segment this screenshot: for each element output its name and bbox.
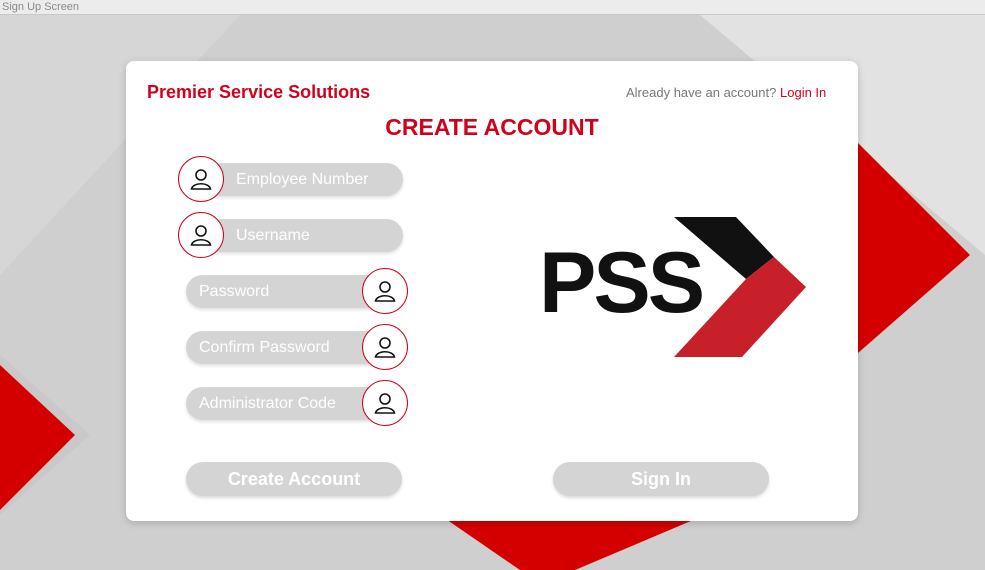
brand-name: Premier Service Solutions xyxy=(147,82,371,102)
user-icon xyxy=(362,324,408,370)
administrator-code-field[interactable] xyxy=(186,387,386,420)
user-icon xyxy=(362,380,408,426)
password-input[interactable] xyxy=(197,281,386,302)
employee-number-field[interactable] xyxy=(204,163,403,196)
signup-card: Premier Service Solutions Already have a… xyxy=(126,61,858,521)
administrator-code-input[interactable] xyxy=(197,393,386,414)
create-account-button[interactable]: Create Account xyxy=(186,462,402,496)
login-link[interactable]: Login In xyxy=(780,85,826,100)
user-icon xyxy=(178,212,224,258)
window-title: Sign Up Screen xyxy=(0,0,985,15)
username-field[interactable] xyxy=(204,219,403,252)
sign-in-button[interactable]: Sign In xyxy=(553,462,769,496)
user-icon xyxy=(362,268,408,314)
confirm-password-field[interactable] xyxy=(186,331,386,364)
employee-number-input[interactable] xyxy=(234,169,403,190)
chevron-logo-icon xyxy=(674,217,806,357)
username-input[interactable] xyxy=(234,225,403,246)
confirm-password-input[interactable] xyxy=(197,337,386,358)
password-field[interactable] xyxy=(186,275,386,308)
user-icon xyxy=(178,156,224,202)
page-title: CREATE ACCOUNT xyxy=(385,114,599,140)
already-have-account-text: Already have an account? xyxy=(626,85,777,100)
